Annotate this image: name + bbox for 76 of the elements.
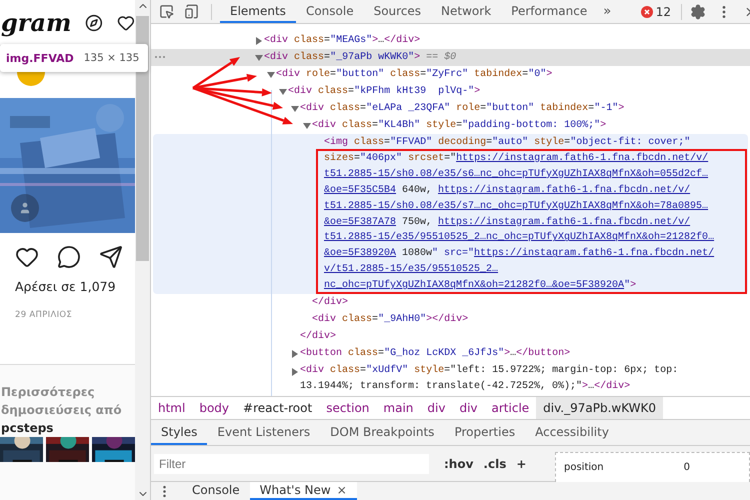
code-line[interactable]: <div class="kPFhm kHt39 plVq-"> — [288, 83, 480, 100]
section-heading: δημοσιεύσεις από — [1, 402, 123, 419]
filter-toggle-button[interactable]: :hov — [439, 456, 478, 470]
breadcrumb[interactable]: div._97aPb.wKWK0 — [536, 397, 664, 419]
logo: gram — [1, 8, 72, 37]
breadcrumb[interactable]: #react-root — [236, 397, 320, 419]
filter-toggle-button[interactable]: + — [511, 456, 532, 470]
pane-tab[interactable]: Properties — [444, 420, 526, 445]
code-line[interactable]: <div role="button" class="ZyFrc" tabindex="0"> — [276, 66, 552, 83]
code-text: 1080w" src=" — [401, 246, 474, 262]
url-link[interactable]: &oe=5F35C5B4 — [324, 182, 396, 199]
close-button[interactable]: × — [336, 483, 347, 497]
panel-tab[interactable]: Performance — [501, 0, 598, 23]
url-link[interactable]: v/t51.2885-15/e35/95510525_2… — [324, 262, 498, 278]
breadcrumb[interactable]: body — [192, 397, 236, 419]
panel-tab[interactable]: Elements — [220, 0, 296, 23]
url-link[interactable]: nc_ohc=pTUfyXgUZhIAX8qMfnX&oh=21282f0…&oe=5F38920A — [324, 278, 624, 294]
settings-icon[interactable] — [690, 4, 706, 20]
drawer-tab[interactable]: What's New × — [250, 482, 357, 500]
account-name[interactable]: pcsteps — [1, 419, 135, 437]
url-link[interactable]: &oe=5F38920A — [324, 246, 396, 262]
url-link[interactable]: https://instagram.fath6-1.fna.fbcdn.net/v/ — [438, 182, 690, 199]
breadcrumb[interactable]: div — [452, 397, 485, 419]
tooltip-selector: img.FFVAD — [6, 52, 74, 64]
url-link[interactable]: t51.2885-15/sh0.08/e35/s7…nc_ohc=pTUfyXgUZhIAX8qMfnX&oh=78a0895… — [324, 198, 708, 215]
breadcrumb[interactable]: html — [151, 397, 192, 419]
device-icon[interactable] — [184, 4, 199, 19]
code-text: "> — [624, 278, 636, 294]
section-heading: Περισσότερες — [1, 384, 96, 401]
panel-tab[interactable]: Network — [431, 0, 502, 23]
person-icon[interactable] — [11, 194, 39, 222]
url-link[interactable]: https://instagram.fath6-1.fna.fbcdn.net/v/ — [456, 150, 708, 167]
code-line[interactable]: <div class="eLAPa _23QFA" role="button" tabindex="-1"> — [300, 100, 624, 117]
breadcrumb[interactable]: div — [420, 397, 452, 419]
code-line[interactable]: <div class="MEAGs">…</div> — [264, 32, 420, 49]
code-text: <img class="FFVAD" decoding="auto" style="object-fit: cover;" — [324, 136, 690, 150]
filter-field[interactable]: Filter — [154, 454, 429, 474]
error-counter[interactable]: 12 — [640, 4, 679, 18]
pane-tab[interactable]: DOM Breakpoints — [320, 420, 444, 445]
tooltip-size: 135 × 135 — [84, 52, 140, 64]
inspect-icon[interactable] — [159, 4, 174, 19]
filter-toggle-button[interactable]: .cls — [478, 456, 512, 470]
box-model-value: 0 — [684, 462, 690, 472]
comment-icon[interactable] — [57, 245, 81, 269]
code-text: 750w, — [401, 216, 434, 230]
url-link[interactable]: https://instagram.fath6-1.fna.fbcdn.net/ — [474, 246, 714, 262]
url-link[interactable]: &oe=5F387A78 — [324, 214, 396, 230]
drawer-tab[interactable]: Console — [182, 482, 250, 500]
pane-tab[interactable]: Accessibility — [525, 420, 619, 445]
likes-count: Αρέσει σε 1,079 — [0, 269, 135, 301]
code-text: <div class="xUdfV" style="left: 15.9722%; margin-top: 6px; top: — [300, 364, 678, 378]
url-link[interactable]: t51.2885-15/e35/95510525_2…nc_ohc=pTUfyXgUZhIAX8qMfnX&oh=21282f0… — [324, 230, 714, 246]
code-line[interactable]: <div class="KL4Bh" style="padding-bottom: 100%;"> — [312, 117, 606, 134]
code-text: 13.1944%; transform: translate(-42.7252%, 0%);">…</div> — [300, 380, 630, 394]
url-link[interactable]: t51.2885-15/sh0.08/e35/s6…nc_ohc=pTUfyXgUZhIAX8qMfnX&oh=055d2cf… — [324, 166, 708, 183]
url-link[interactable]: https://instagram.fath6-1.fna.fbcdn.net/v/ — [438, 214, 690, 230]
code-line[interactable]: </div> — [300, 328, 336, 346]
code-line[interactable]: </div> — [312, 294, 348, 312]
code-text: 640w, — [401, 184, 434, 198]
breadcrumb[interactable]: section — [319, 397, 376, 419]
panel-tab[interactable]: Console — [296, 0, 364, 23]
pane-tab[interactable]: Event Listeners — [207, 420, 320, 445]
post-date: 29 ΑΠΡΙΛΙΟΣ — [0, 301, 135, 364]
code-line[interactable]: <button class="G_hoz LcKDX _6JfJs">…</button> — [300, 345, 570, 362]
code-text: sizes="406px" srcset=" — [324, 152, 456, 166]
box-model-label: position — [564, 462, 604, 472]
tab-label: Console — [192, 483, 240, 497]
share-icon[interactable] — [99, 245, 123, 269]
more-tabs-button[interactable]: » — [597, 4, 622, 19]
tab-label: What's New — [260, 483, 331, 497]
code-line[interactable]: <div class="_9AhH0"></div> — [312, 311, 468, 328]
error-icon — [640, 6, 653, 18]
breadcrumb[interactable]: article — [484, 397, 536, 419]
like-icon[interactable] — [15, 245, 39, 269]
breadcrumb[interactable]: main — [376, 397, 420, 419]
panel-tab[interactable]: Sources — [364, 0, 432, 23]
